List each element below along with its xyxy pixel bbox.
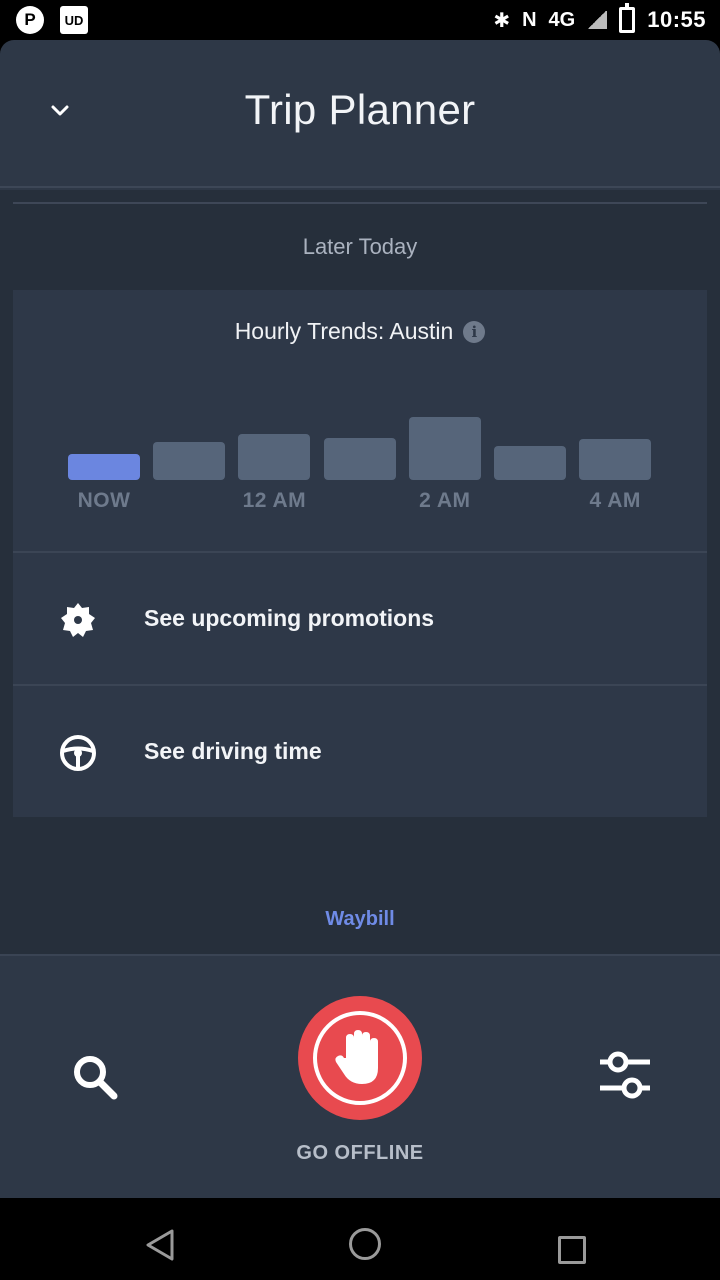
- trip-planner-panel: Trip Planner Later Today Hourly Trends: …: [0, 40, 720, 1198]
- promotions-row[interactable]: See upcoming promotions: [13, 551, 707, 684]
- chart-tick-label: 4 AM: [589, 489, 641, 512]
- system-nav-bar: [0, 1198, 720, 1280]
- info-icon[interactable]: i: [463, 320, 486, 343]
- page-title: Trip Planner: [244, 86, 476, 133]
- driving-time-label: See driving time: [144, 738, 322, 764]
- chart-tick-label: NOW: [77, 489, 131, 512]
- chart-bar: [494, 446, 566, 480]
- go-offline-label: GO OFFLINE: [296, 1142, 424, 1164]
- trends-card: Hourly Trends: Austin i NOW 12 AM 2 AM 4 AM…: [13, 290, 707, 817]
- p-app-icon: P: [16, 6, 44, 34]
- promotions-label: See upcoming promotions: [144, 605, 435, 631]
- bluetooth-icon: ✱: [493, 9, 511, 32]
- bottom-bar: GO OFFLINE: [0, 954, 720, 1198]
- content-area: Later Today Hourly Trends: Austin i NOW 1…: [0, 190, 720, 954]
- sliders-icon[interactable]: [598, 1050, 652, 1102]
- chart-bar: [408, 417, 481, 480]
- waybill-link[interactable]: Waybill: [0, 908, 720, 931]
- driving-time-row[interactable]: See driving time: [13, 684, 707, 817]
- chart-tick-label: 12 AM: [242, 489, 307, 512]
- go-offline-button[interactable]: [298, 996, 422, 1120]
- status-bar: P UD ✱ N 4G 10:55: [0, 0, 720, 40]
- chart-bar: [68, 454, 140, 480]
- chart-bar: [323, 438, 396, 480]
- header: Trip Planner: [0, 40, 720, 188]
- chart-bar: [153, 442, 226, 480]
- trends-title: Hourly Trends: Austin: [234, 318, 454, 344]
- network-icon: 4G: [548, 8, 576, 31]
- divider: [13, 202, 707, 204]
- status-time: 10:55: [647, 7, 706, 32]
- search-icon[interactable]: [70, 1052, 120, 1102]
- trends-title-row: Hourly Trends: Austin i: [13, 318, 707, 345]
- section-label: Later Today: [302, 234, 418, 259]
- steering-wheel-icon: [60, 735, 96, 771]
- chart-tick-label: 2 AM: [419, 489, 471, 512]
- chart-bar: [238, 434, 311, 480]
- home-icon[interactable]: [349, 1228, 381, 1260]
- ud-app-icon: UD: [60, 6, 88, 34]
- hourly-trends-chart: [13, 370, 707, 480]
- signal-icon: [587, 11, 608, 29]
- battery-charging-icon: [619, 3, 636, 33]
- chart-bar: [579, 439, 652, 480]
- offline-ring: [313, 1011, 407, 1105]
- promotion-badge-icon: [61, 603, 95, 637]
- nfc-icon: N: [522, 8, 537, 31]
- recents-icon[interactable]: [558, 1236, 586, 1264]
- hand-stop-icon: [335, 1030, 378, 1084]
- back-icon[interactable]: [144, 1228, 178, 1262]
